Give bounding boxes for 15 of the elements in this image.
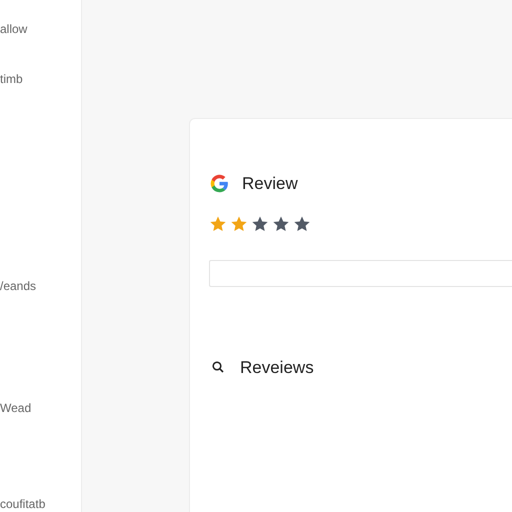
g-logo-icon bbox=[209, 173, 230, 194]
search-icon bbox=[212, 361, 224, 374]
review-title: Review bbox=[242, 173, 298, 195]
sidebar-item[interactable]: timb bbox=[0, 72, 81, 86]
review-input-field[interactable] bbox=[209, 260, 512, 286]
sidebar-item[interactable]: allow bbox=[0, 22, 81, 36]
sidebar-item[interactable]: coufitatb bbox=[0, 497, 81, 511]
star-icon[interactable] bbox=[209, 214, 227, 232]
star-icon[interactable] bbox=[293, 214, 311, 232]
star-icon[interactable] bbox=[230, 214, 248, 232]
sidebar-item[interactable]: /eands bbox=[0, 279, 81, 293]
sidebar-item[interactable]: Wead bbox=[0, 401, 81, 415]
star-icon[interactable] bbox=[272, 214, 290, 232]
star-icon[interactable] bbox=[251, 214, 269, 232]
reviews-heading: Reveiews bbox=[240, 356, 314, 378]
